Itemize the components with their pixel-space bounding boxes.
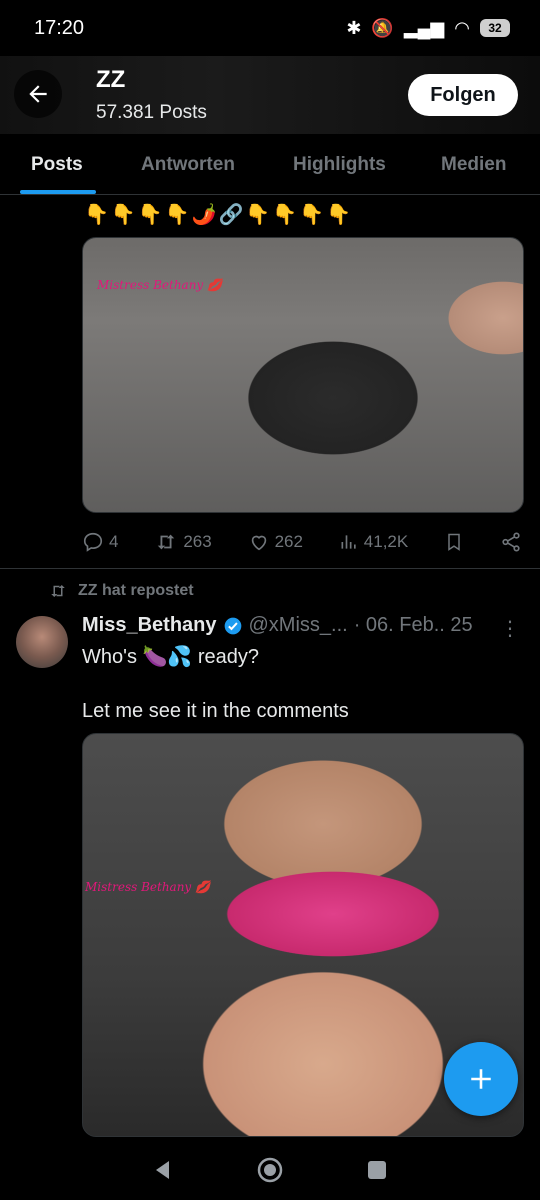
share-button[interactable] — [500, 531, 522, 553]
avatar[interactable] — [16, 616, 68, 668]
more-icon[interactable]: ⋮ — [500, 616, 520, 641]
post-media[interactable]: Mistress Bethany 💋 — [82, 237, 524, 513]
recents-square-icon — [367, 1161, 386, 1179]
system-nav-bar — [0, 1140, 540, 1200]
repost-icon — [51, 585, 65, 597]
signal-icon: ▂▄▆ — [403, 17, 445, 38]
views-icon — [341, 535, 356, 549]
battery-icon: 32 — [480, 19, 510, 37]
like-icon — [251, 535, 266, 551]
post-divider — [0, 568, 540, 569]
nav-back-button[interactable] — [143, 1150, 183, 1190]
tab-highlights[interactable]: Highlights — [293, 154, 386, 176]
author-name[interactable]: Miss_Bethany — [82, 614, 217, 637]
bookmark-button[interactable] — [444, 531, 464, 553]
mute-icon: 🔕 — [371, 17, 394, 38]
compose-button[interactable] — [444, 1042, 518, 1116]
active-tab-indicator — [20, 190, 96, 194]
bookmark-icon — [448, 533, 460, 551]
repost-icon — [158, 534, 175, 550]
home-circle-icon — [257, 1157, 283, 1183]
post-text: Let me see it in the comments — [82, 700, 349, 722]
tab-posts[interactable]: Posts — [31, 154, 83, 176]
nav-recents-button[interactable] — [357, 1150, 397, 1190]
share-icon — [502, 532, 520, 552]
repost-button[interactable]: 263 — [154, 531, 212, 553]
post-date: · 06. Feb.. 25 — [353, 614, 473, 636]
profile-tabs: Posts Antworten Highlights Medien — [0, 134, 540, 195]
repost-label: ZZ hat repostet — [78, 582, 194, 599]
status-time: 17:20 — [34, 16, 85, 39]
verified-icon — [224, 617, 241, 634]
profile-name: ZZ — [96, 66, 126, 93]
media-watermark: Mistress Bethany 💋 — [97, 278, 222, 292]
reply-count: 4 — [109, 532, 119, 551]
post-header: Miss_Bethany @xMiss_... · 06. Feb.. 25 — [82, 614, 473, 637]
back-triangle-icon — [156, 1161, 170, 1179]
plus-icon — [471, 1069, 491, 1089]
media-watermark: Mistress Bethany 💋 — [85, 880, 210, 894]
bluetooth-icon: ✱ — [346, 17, 362, 38]
posts-count: 57.381 Posts — [96, 102, 207, 123]
nav-home-button[interactable] — [250, 1150, 290, 1190]
tab-antworten[interactable]: Antworten — [141, 154, 235, 176]
like-count: 262 — [274, 532, 303, 551]
post-actions: 4 263 262 41,2K — [82, 526, 522, 558]
views-count: 41,2K — [363, 532, 409, 551]
repost-indicator: ZZ hat repostet — [48, 582, 194, 600]
back-arrow-icon — [29, 85, 47, 103]
author-handle[interactable]: @xMiss_... — [249, 614, 348, 637]
wifi-icon: ◠ — [454, 17, 470, 38]
post-text: 👇👇👇👇🌶️🔗👇👇👇👇 — [84, 204, 354, 226]
follow-button[interactable]: Folgen — [408, 74, 518, 116]
post-text: Who's 🍆💦 ready? — [82, 646, 260, 668]
like-button[interactable]: 262 — [248, 531, 303, 553]
profile-header: ZZ 57.381 Posts Folgen — [0, 56, 540, 134]
back-button[interactable] — [14, 70, 62, 118]
reply-button[interactable]: 4 — [82, 531, 118, 553]
repost-count: 263 — [183, 532, 212, 551]
views-button[interactable]: 41,2K — [339, 532, 408, 552]
status-bar: 17:20 ✱ 🔕 ▂▄▆ ◠ 32 — [0, 0, 540, 56]
tab-medien[interactable]: Medien — [441, 154, 506, 176]
reply-icon — [83, 532, 103, 552]
status-icons: ✱ 🔕 ▂▄▆ ◠ 32 — [346, 18, 510, 39]
